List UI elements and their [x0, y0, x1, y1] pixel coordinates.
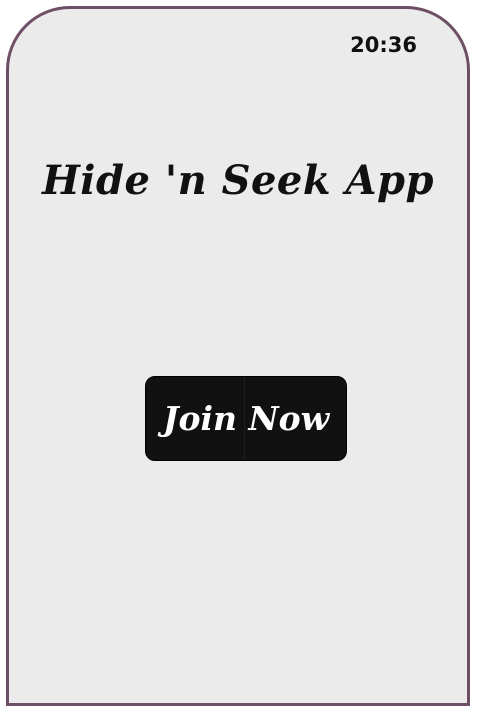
join-now-label: Join Now: [162, 399, 330, 438]
join-now-button[interactable]: Join Now: [145, 376, 347, 461]
status-time: 20:36: [350, 33, 417, 57]
app-title: Hide 'n Seek App: [42, 157, 434, 204]
phone-frame: 20:36 Hide 'n Seek App Join Now: [6, 6, 470, 706]
